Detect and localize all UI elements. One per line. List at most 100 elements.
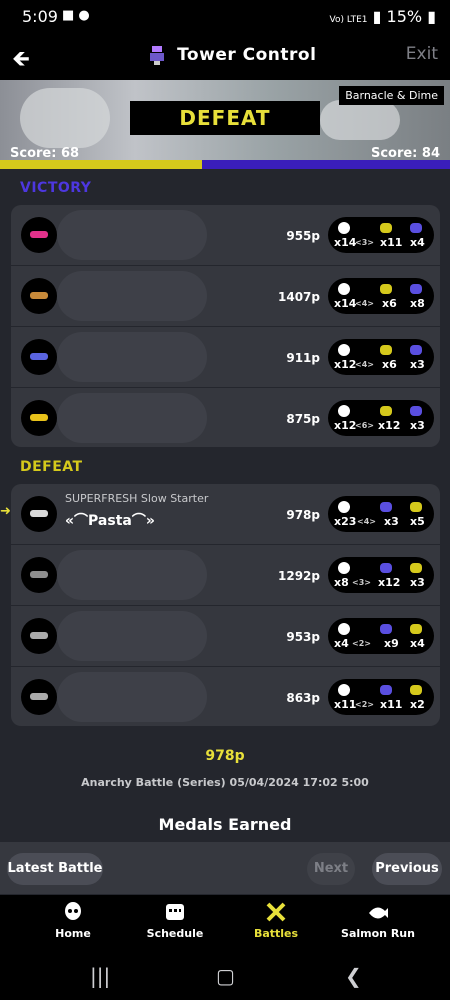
- player-row[interactable]: 863p x11 <2> x11 x2: [11, 667, 440, 726]
- score-left: Score: 68: [10, 146, 80, 161]
- score-bar-right: [202, 160, 450, 169]
- player-row[interactable]: 1292p x8 <3> x12 x3: [11, 545, 440, 606]
- banner-art: [20, 88, 110, 148]
- weapon-icon: [21, 278, 57, 314]
- kills-count: x11: [334, 698, 357, 711]
- weapon-icon: [21, 557, 57, 593]
- kills-count: x4: [334, 637, 349, 650]
- splat-icon: [338, 283, 350, 295]
- player-points: 875p: [286, 412, 320, 426]
- special-weapon-icon: [410, 624, 422, 634]
- latest-battle-button[interactable]: Latest Battle: [7, 853, 103, 885]
- splat-icon: [338, 684, 350, 696]
- player-title: SUPERFRESH Slow Starter: [65, 492, 209, 505]
- specials-count: x6: [382, 297, 397, 310]
- status-time: 5:09: [22, 7, 58, 26]
- player-stats: x12 <4> x6 x3: [328, 339, 434, 375]
- splat-icon: [338, 222, 350, 234]
- app-bar: 🡸 Tower Control Exit: [0, 34, 450, 80]
- exit-button[interactable]: Exit: [406, 44, 438, 64]
- score-right: Score: 84: [370, 146, 440, 161]
- calendar-icon: [166, 904, 184, 920]
- special-uses-count: x3: [410, 419, 425, 432]
- signal-icon: ▮: [372, 7, 382, 26]
- stage-name: Barnacle & Dime: [339, 86, 444, 105]
- recent-apps-icon[interactable]: |||: [90, 964, 110, 988]
- player-stats: x14 <3> x11 x4: [328, 217, 434, 253]
- kills-count: x12: [334, 358, 357, 371]
- special-uses-count: x3: [410, 576, 425, 589]
- splat-icon: [338, 405, 350, 417]
- special-weapon-icon: [410, 284, 422, 294]
- nav-battles-label: Battles: [253, 927, 299, 940]
- score-bar: [0, 160, 450, 169]
- squid-icon: [65, 902, 81, 920]
- assists-count: <4>: [355, 299, 374, 308]
- special-icon: [380, 502, 392, 512]
- weapon-icon: [21, 217, 57, 253]
- player-name-redacted: [57, 271, 207, 321]
- special-weapon-icon: [410, 502, 422, 512]
- player-row[interactable]: 911p x12 <4> x6 x3: [11, 327, 440, 388]
- special-icon: [380, 685, 392, 695]
- victory-label: VICTORY: [20, 180, 92, 196]
- system-back-icon[interactable]: ❮: [345, 964, 362, 988]
- player-nickname: «⌒Pasta⌒»: [65, 513, 155, 529]
- special-uses-count: x5: [410, 515, 425, 528]
- player-name-redacted: [57, 611, 207, 661]
- back-arrow-icon[interactable]: 🡸: [12, 42, 30, 80]
- specials-count: x12: [378, 576, 401, 589]
- special-weapon-icon: [410, 563, 422, 573]
- player-row-self[interactable]: SUPERFRESH Slow Starter «⌒Pasta⌒» 978p x…: [11, 484, 440, 545]
- result-label: DEFEAT: [130, 101, 320, 135]
- special-weapon-icon: [410, 345, 422, 355]
- player-row[interactable]: 875p x12 <6> x12 x3: [11, 388, 440, 447]
- assists-count: <4>: [357, 517, 376, 526]
- nav-battles[interactable]: Battles: [231, 901, 321, 940]
- defeat-team-card: SUPERFRESH Slow Starter «⌒Pasta⌒» 978p x…: [11, 484, 440, 726]
- assists-count: <2>: [352, 639, 371, 648]
- specials-count: x12: [378, 419, 401, 432]
- special-icon: [380, 223, 392, 233]
- weapon-icon: [21, 618, 57, 654]
- special-weapon-icon: [410, 685, 422, 695]
- player-row[interactable]: 955p x14 <3> x11 x4: [11, 205, 440, 266]
- status-right: Vo) LTE1 ▮ 15% ▮: [330, 7, 437, 26]
- previous-button[interactable]: Previous: [372, 853, 442, 885]
- player-points: 953p: [286, 630, 320, 644]
- player-points: 955p: [286, 229, 320, 243]
- salmon-icon: [369, 907, 388, 919]
- status-bar: 5:09 ■ ● Vo) LTE1 ▮ 15% ▮: [0, 0, 450, 34]
- battery-label: 15%: [386, 7, 423, 26]
- kills-count: x23: [334, 515, 357, 528]
- special-uses-count: x4: [410, 637, 425, 650]
- nav-salmon-run[interactable]: Salmon Run: [333, 901, 423, 940]
- player-row[interactable]: 953p x4 <2> x9 x4: [11, 606, 440, 667]
- special-uses-count: x4: [410, 236, 425, 249]
- special-icon: [380, 624, 392, 634]
- special-icon: [380, 563, 392, 573]
- next-button[interactable]: Next: [307, 853, 355, 885]
- player-points: 1407p: [278, 290, 320, 304]
- assists-count: <2>: [355, 700, 374, 709]
- player-row[interactable]: 1407p x14 <4> x6 x8: [11, 266, 440, 327]
- special-icon: [380, 284, 392, 294]
- player-stats: x11 <2> x11 x2: [328, 679, 434, 715]
- home-circle-icon[interactable]: ▢: [216, 964, 235, 988]
- notification-icons: ■ ●: [62, 8, 90, 23]
- player-stats: x14 <4> x6 x8: [328, 278, 434, 314]
- special-uses-count: x3: [410, 358, 425, 371]
- specials-count: x3: [384, 515, 399, 528]
- defeat-label: DEFEAT: [20, 459, 83, 475]
- specials-count: x11: [380, 698, 403, 711]
- page-title: Tower Control: [177, 45, 317, 65]
- system-nav-bar: ||| ▢ ❮: [0, 950, 450, 1000]
- nav-home-label: Home: [55, 927, 91, 940]
- medals-heading: Medals Earned: [158, 815, 292, 834]
- nav-salmon-run-label: Salmon Run: [341, 927, 415, 940]
- result-banner: Barnacle & Dime DEFEAT Score: 68 Score: …: [0, 80, 450, 168]
- specials-count: x9: [384, 637, 399, 650]
- nav-home[interactable]: Home: [28, 901, 118, 940]
- player-name-redacted: [57, 550, 207, 600]
- nav-schedule[interactable]: Schedule: [130, 901, 220, 940]
